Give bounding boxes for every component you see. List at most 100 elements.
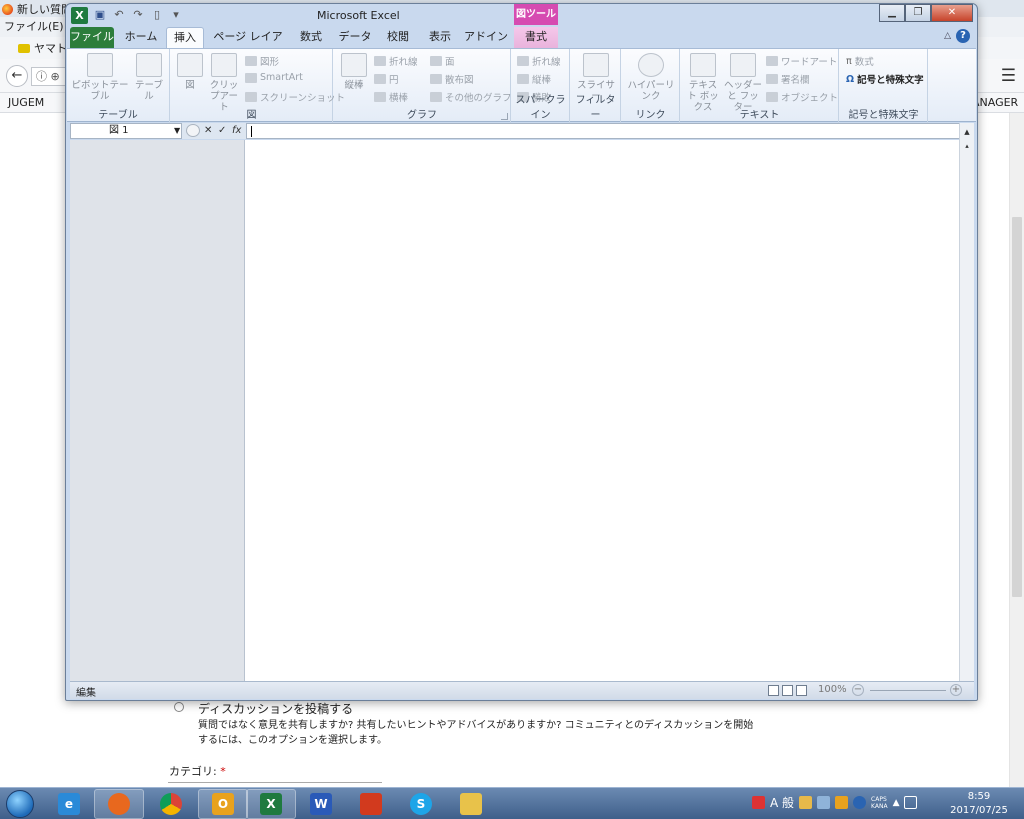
tab-formulas[interactable]: 数式 <box>292 27 330 48</box>
minimize-button[interactable]: ▁ <box>879 4 905 22</box>
cancel-formula-icon[interactable]: ✕ <box>204 123 212 139</box>
taskbar-skype[interactable]: S <box>396 789 446 819</box>
picture-button[interactable]: 図 <box>175 53 205 91</box>
zoom-slider[interactable] <box>870 690 946 691</box>
tab-review[interactable]: 校閲 <box>379 27 417 48</box>
save-icon[interactable]: ▣ <box>92 7 108 23</box>
taskbar: e O X W S A 般 CAPS KANA ▲ 8:59 2017/07/2… <box>0 787 1024 819</box>
redo-icon[interactable]: ↷ <box>130 7 146 23</box>
hyperlink-button[interactable]: ハイパーリンク <box>624 53 678 102</box>
bookmark-manager[interactable]: ANAGER <box>972 96 1018 109</box>
editing-area[interactable] <box>245 140 959 681</box>
page-break-view-icon[interactable] <box>796 685 807 696</box>
tab-format[interactable]: 書式 <box>514 27 558 48</box>
favorite-yamato[interactable]: ヤマト <box>18 40 67 56</box>
vertical-scrollbar[interactable]: ▲ ▴ <box>959 123 974 681</box>
ime-dictionary-icon[interactable] <box>799 796 813 809</box>
taskbar-chrome[interactable] <box>146 789 196 819</box>
zoom-in-icon[interactable]: + <box>950 684 962 696</box>
qat-customize-icon[interactable]: ▾ <box>168 7 184 23</box>
tab-home[interactable]: ホーム <box>119 27 163 48</box>
name-box[interactable]: 図 1 ▼ <box>70 123 182 139</box>
split-handle-icon[interactable]: ▴ <box>962 141 972 151</box>
tab-page-layout[interactable]: ページ レイアウト <box>209 27 287 63</box>
zoom-out-icon[interactable]: − <box>852 684 864 696</box>
taskbar-word[interactable]: W <box>296 789 346 819</box>
clipart-button[interactable]: クリップアート <box>207 53 241 113</box>
wordart-button[interactable]: ワードアート <box>766 54 837 68</box>
picture-label: 図 <box>185 80 195 91</box>
undo-icon[interactable]: ↶ <box>111 7 127 23</box>
action-center-icon[interactable] <box>904 796 918 809</box>
group-symbols: π 数式 Ω 記号と特殊文字 記号と特殊文字 <box>840 49 928 123</box>
area-chart-button[interactable]: 面 <box>430 54 455 68</box>
group-sparklines-label: スパークライン <box>515 95 566 121</box>
taskbar-firefox[interactable] <box>94 789 144 819</box>
other-charts-button[interactable]: その他のグラフ <box>430 90 512 104</box>
symbol-button[interactable]: Ω 記号と特殊文字 <box>846 72 924 87</box>
textbox-button[interactable]: テキスト ボックス <box>685 53 721 113</box>
pivot-table-button[interactable]: ピボットテーブル <box>70 53 130 102</box>
sparkline-line-button[interactable]: 折れ線 <box>517 54 561 68</box>
table-button[interactable]: テーブル <box>131 53 167 102</box>
formula-input[interactable] <box>246 123 974 139</box>
formula-expand-icon[interactable] <box>186 124 200 137</box>
screenshot-button[interactable]: スクリーンショット <box>245 90 345 104</box>
bar-chart-button[interactable]: 横棒 <box>374 90 408 104</box>
header-footer-button[interactable]: ヘッダーと フッター <box>723 53 763 113</box>
enter-formula-icon[interactable]: ✓ <box>218 123 226 139</box>
shapes-button[interactable]: 図形 <box>245 54 279 68</box>
taskbar-outlook[interactable]: O <box>198 789 248 819</box>
tab-insert[interactable]: 挿入 <box>166 27 204 48</box>
page-scrollbar[interactable] <box>1009 113 1024 787</box>
ime-indicator[interactable]: A 般 <box>770 794 794 811</box>
normal-view-icon[interactable] <box>768 685 779 696</box>
ribbon-collapse-icon[interactable]: △ <box>944 31 951 41</box>
pie-chart-button[interactable]: 円 <box>374 72 399 86</box>
insert-function-icon[interactable]: fx <box>232 123 241 139</box>
system-clock[interactable]: 8:59 2017/07/25 <box>944 790 1014 818</box>
chart-dialog-launcher-icon[interactable] <box>501 113 508 120</box>
ime-help-icon[interactable] <box>853 796 867 809</box>
tab-view[interactable]: 表示 <box>421 27 459 48</box>
tray-app-icon[interactable] <box>752 796 765 809</box>
taskbar-explorer[interactable] <box>446 789 496 819</box>
close-button[interactable]: ✕ <box>931 4 973 22</box>
browser-menu-file[interactable]: ファイル(E) <box>4 20 64 33</box>
column-chart-icon <box>341 53 367 77</box>
browser-tab[interactable]: 新しい質問 <box>2 1 72 17</box>
taskbar-excel[interactable]: X <box>246 789 296 819</box>
page-layout-view-icon[interactable] <box>782 685 793 696</box>
smartart-button[interactable]: SmartArt <box>245 72 303 83</box>
tab-addins[interactable]: アドイン <box>463 27 509 48</box>
taskbar-ie[interactable]: e <box>44 789 94 819</box>
taskbar-presentation[interactable] <box>346 789 396 819</box>
clock-time: 8:59 <box>967 791 991 802</box>
scatter-chart-button[interactable]: 散布図 <box>430 72 474 86</box>
column-chart-button[interactable]: 縦棒 <box>338 53 370 91</box>
ime-pad-icon[interactable] <box>835 796 849 809</box>
equation-button[interactable]: π 数式 <box>846 54 874 69</box>
hamburger-menu-icon[interactable]: ☰ <box>1001 66 1016 86</box>
line-chart-button[interactable]: 折れ線 <box>374 54 418 68</box>
bookmark-jugem[interactable]: JUGEM <box>8 96 44 109</box>
object-button[interactable]: オブジェクト <box>766 90 838 104</box>
new-file-icon[interactable]: ▯ <box>149 7 165 23</box>
back-arrow-icon[interactable]: ← <box>6 65 28 87</box>
start-button-icon[interactable] <box>6 790 34 818</box>
help-icon[interactable]: ? <box>956 29 970 43</box>
ime-tool-icon[interactable] <box>817 796 831 809</box>
pi-icon: π <box>846 55 852 67</box>
name-box-dropdown-icon[interactable]: ▼ <box>174 124 180 138</box>
page-scroll-thumb[interactable] <box>1012 217 1022 597</box>
discussion-radio[interactable] <box>174 702 184 712</box>
signature-line-button[interactable]: 署名欄 <box>766 72 810 86</box>
tray-expand-icon[interactable]: ▲ <box>893 798 900 808</box>
tab-data[interactable]: データ <box>335 27 375 48</box>
sparkline-column-button[interactable]: 縦棒 <box>517 72 551 86</box>
excel-logo-icon[interactable]: X <box>71 7 88 24</box>
restore-button[interactable]: ❐ <box>905 4 931 22</box>
zoom-level[interactable]: 100% <box>818 684 847 695</box>
scroll-up-icon[interactable]: ▲ <box>962 127 972 137</box>
tab-file[interactable]: ファイル <box>70 27 114 48</box>
